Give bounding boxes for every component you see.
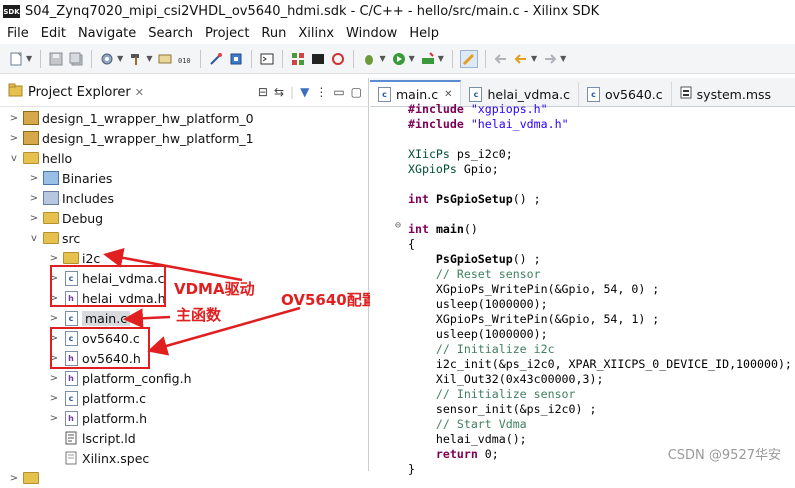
- watermark: CSDN @9527华安: [667, 448, 781, 463]
- fold-marker-icon[interactable]: ⊖: [395, 220, 401, 231]
- debug-dropdown-icon[interactable]: ▼: [379, 54, 385, 63]
- external-tools-icon[interactable]: [420, 51, 436, 67]
- window-title: S04_Zynq7020_mipi_csi2VHDL_ov5640_hdmi.s…: [25, 4, 600, 19]
- binary-icon[interactable]: 010: [177, 51, 193, 67]
- last-edit-icon[interactable]: [493, 51, 509, 67]
- main-annotation: 主函数: [176, 306, 222, 324]
- project-explorer-panel: Project Explorer ✕ ⊟ ⇆ | ▼ ⋮ ▭ ▢ > design…: [0, 78, 377, 484]
- terminal-icon[interactable]: [259, 51, 275, 67]
- svg-text:010: 010: [178, 57, 191, 65]
- toolbar-separator: [251, 49, 253, 68]
- tree-item-partial[interactable]: >: [8, 468, 42, 488]
- new-dropdown-icon[interactable]: ▼: [26, 54, 32, 63]
- menu-edit[interactable]: Edit: [41, 26, 66, 41]
- debug-icon[interactable]: [361, 51, 377, 67]
- clean-icon[interactable]: [157, 51, 173, 67]
- code-line: #include "xgpiops.h": [408, 102, 548, 116]
- code-line: Xil_Out32(0x43c00000,3);: [408, 372, 604, 386]
- code-line: #include "helai_vdma.h": [408, 117, 569, 131]
- code-line: {: [408, 237, 415, 251]
- sdk-chip-icon[interactable]: [228, 51, 244, 67]
- annotation-arrows: [103, 247, 301, 356]
- code-line: int main(): [408, 222, 478, 236]
- tab-system-mss[interactable]: system.mss: [672, 82, 779, 106]
- code-line: XGpioPs_WritePin(&Gpio, 54, 1) ;: [408, 312, 660, 326]
- code-line: }: [408, 462, 415, 476]
- code-line: i2c_init(&ps_i2c0, XPAR_XIICPS_0_DEVICE_…: [408, 357, 792, 371]
- menu-xilinx[interactable]: Xilinx: [298, 26, 334, 41]
- settings-dropdown-icon[interactable]: ▼: [117, 54, 123, 63]
- menu-file[interactable]: File: [7, 26, 29, 41]
- run-icon[interactable]: [391, 51, 407, 67]
- save-all-icon[interactable]: [68, 51, 84, 67]
- settings-icon[interactable]: [99, 51, 115, 67]
- code-line: // Reset sensor: [435, 267, 541, 281]
- toolbar-separator: [91, 49, 93, 68]
- menu-window[interactable]: Window: [346, 26, 397, 41]
- code-editor: c main.c ✕ c helai_vdma.c c ov5640.c system.…: [370, 78, 795, 476]
- code-line: int PsGpioSetup() ;: [408, 192, 541, 206]
- arrow-to-main: [123, 308, 171, 329]
- title-bar: SDK S04_Zynq7020_mipi_csi2VHDL_ov5640_hd…: [0, 0, 795, 23]
- toolbar: ▼ ▼ ▼ 010 ▼ ▼ ▼ ▼ ▼: [0, 44, 795, 74]
- console-icon[interactable]: [310, 51, 326, 67]
- c-file-icon: c: [586, 86, 600, 102]
- menu-run[interactable]: Run: [261, 26, 286, 41]
- mss-file-icon: [680, 86, 692, 102]
- forward-dropdown-icon[interactable]: ▼: [560, 54, 566, 63]
- close-tab-icon[interactable]: ✕: [444, 89, 452, 100]
- pen-icon[interactable]: [459, 49, 478, 68]
- build-dropdown-icon[interactable]: ▼: [146, 54, 152, 63]
- c-file-icon: c: [378, 86, 391, 102]
- forward-icon[interactable]: [542, 51, 558, 67]
- ov5640-annotation: OV5640配置: [281, 291, 377, 309]
- expand-arrow-icon[interactable]: >: [8, 473, 20, 484]
- tab-ov5640-c[interactable]: c ov5640.c: [579, 82, 672, 106]
- toolbar-separator: [353, 49, 355, 68]
- save-icon[interactable]: [48, 51, 64, 67]
- toolbar-separator: [40, 49, 42, 68]
- code-line: PsGpioSetup() ;: [435, 252, 541, 266]
- c-file-icon: c: [469, 86, 483, 102]
- refresh-icon[interactable]: [330, 51, 346, 67]
- code-line: XGpioPs Gpio;: [408, 162, 499, 176]
- sdk-logo-icon: SDK: [3, 5, 20, 18]
- code-line: // Initialize sensor: [435, 387, 576, 401]
- new-icon[interactable]: [8, 51, 24, 67]
- code-line: XIicPs ps_i2c0;: [408, 147, 513, 161]
- menu-project[interactable]: Project: [205, 26, 249, 41]
- arrow-to-i2c: [103, 247, 243, 282]
- menu-help[interactable]: Help: [409, 26, 439, 41]
- back-dropdown-icon[interactable]: ▼: [531, 54, 537, 63]
- build-hammer-icon[interactable]: [128, 51, 144, 67]
- toolbar-separator: [451, 49, 453, 68]
- toolbar-separator: [200, 49, 202, 68]
- toolbar-separator: [282, 49, 284, 68]
- external-tools-dropdown-icon[interactable]: ▼: [438, 54, 444, 63]
- back-icon[interactable]: [513, 51, 529, 67]
- vdma-annotation: VDMA驱动: [174, 280, 255, 298]
- code-line: // Start Vdma: [435, 417, 527, 431]
- menu-bar: File Edit Navigate Search Project Run Xi…: [0, 23, 795, 43]
- code-line: usleep(1000000);: [408, 297, 548, 311]
- menu-search[interactable]: Search: [148, 26, 193, 41]
- folder-icon: [23, 470, 39, 486]
- arrow-to-ov5640: [147, 306, 301, 356]
- run-dropdown-icon[interactable]: ▼: [409, 54, 415, 63]
- code-line: helai_vdma();: [408, 432, 527, 446]
- menu-navigate[interactable]: Navigate: [78, 26, 136, 41]
- program-fpga-icon[interactable]: [208, 51, 224, 67]
- code-line: // Initialize i2c: [435, 342, 555, 356]
- code-line: usleep(1000000);: [408, 327, 548, 341]
- code-line: sensor_init(&ps_i2c0) ;: [408, 402, 597, 416]
- hardware-icon[interactable]: [290, 51, 306, 67]
- code-line: return 0;: [435, 447, 499, 461]
- toolbar-separator: [484, 49, 486, 68]
- code-line: XGpioPs_WritePin(&Gpio, 54, 0) ;: [408, 282, 660, 296]
